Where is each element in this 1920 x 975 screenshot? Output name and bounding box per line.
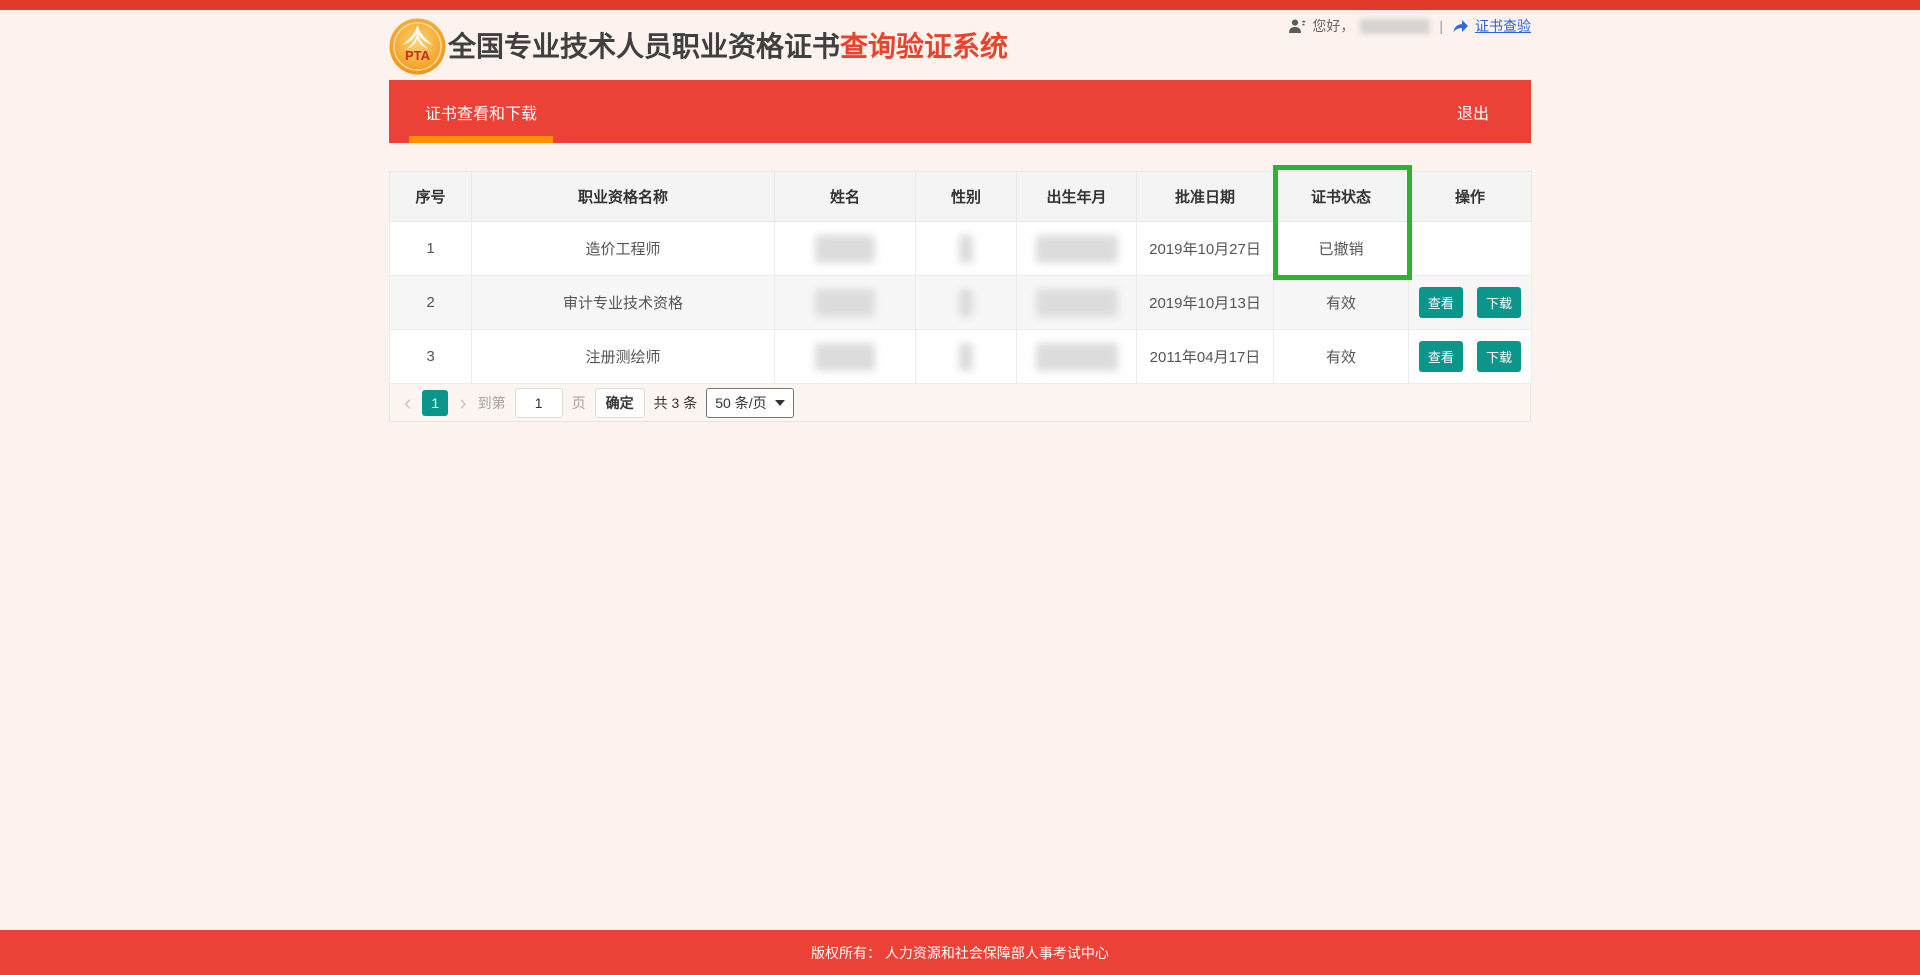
- cell-status: 有效: [1274, 276, 1409, 330]
- redacted-gender: [959, 289, 973, 317]
- top-accent-strip: [0, 0, 1920, 10]
- redacted-name: [815, 289, 875, 317]
- table-row: 1 造价工程师 2019年10月27日 已撤销: [390, 222, 1532, 276]
- share-arrow-icon: [1452, 18, 1469, 34]
- cell-approve-date: 2019年10月13日: [1137, 276, 1274, 330]
- tab-view-download-certificates[interactable]: 证书查看和下载: [409, 80, 553, 143]
- cell-gender: [916, 222, 1017, 276]
- cell-index: 3: [390, 330, 472, 384]
- cell-status: 有效: [1274, 330, 1409, 384]
- cell-birth: [1017, 222, 1137, 276]
- redacted-username: [1360, 19, 1430, 34]
- certificate-table-card: 序号 职业资格名称 姓名 性别 出生年月 批准日期 证书状态 操作 1 造价工程…: [389, 171, 1531, 422]
- page-header: PTA 全国专业技术人员职业资格证书查询验证系统 您好， | 证书查验: [389, 10, 1531, 80]
- redacted-birth: [1036, 235, 1118, 263]
- nav-bar: 证书查看和下载 退出: [389, 80, 1531, 143]
- confirm-button[interactable]: 确定: [595, 388, 645, 418]
- tab-label: 证书查看和下载: [425, 100, 537, 124]
- cell-actions: [1409, 222, 1532, 276]
- cell-birth: [1017, 276, 1137, 330]
- pta-logo-icon: PTA: [389, 18, 446, 75]
- cell-name: [775, 222, 916, 276]
- current-page-button[interactable]: 1: [422, 390, 448, 416]
- certificate-verify-link[interactable]: 证书查验: [1475, 16, 1531, 36]
- greeting-text: 您好，: [1312, 16, 1354, 36]
- page-footer: 版权所有： 人力资源和社会保障部人事考试中心: [0, 930, 1920, 975]
- cell-index: 2: [390, 276, 472, 330]
- active-tab-underline: [409, 136, 553, 143]
- cell-qualification: 注册测绘师: [472, 330, 775, 384]
- pagination-bar: ‹ 1 › 到第 页 确定 共 3 条 50 条/页: [389, 384, 1531, 422]
- cell-birth: [1017, 330, 1137, 384]
- copyright-text: 版权所有： 人力资源和社会保障部人事考试中心: [811, 943, 1109, 963]
- brand: PTA 全国专业技术人员职业资格证书查询验证系统: [389, 16, 1008, 75]
- page-size-select[interactable]: 50 条/页: [706, 388, 793, 418]
- col-header-actions: 操作: [1409, 172, 1532, 222]
- user-icon: [1288, 18, 1306, 35]
- cell-name: [775, 330, 916, 384]
- view-button[interactable]: 查看: [1419, 287, 1463, 318]
- download-button[interactable]: 下载: [1477, 341, 1521, 372]
- page-size-value: 50 条/页: [715, 393, 766, 413]
- redacted-birth: [1036, 343, 1118, 371]
- table-row: 2 审计专业技术资格 2019年10月13日 有效 查看 下载: [390, 276, 1532, 330]
- col-header-approve-date: 批准日期: [1137, 172, 1274, 222]
- goto-page-input[interactable]: [515, 388, 563, 418]
- col-header-index: 序号: [390, 172, 472, 222]
- cell-gender: [916, 276, 1017, 330]
- cell-approve-date: 2019年10月27日: [1137, 222, 1274, 276]
- redacted-birth: [1036, 289, 1118, 317]
- next-page-icon[interactable]: ›: [457, 392, 468, 414]
- total-count-label: 共 3 条: [654, 393, 698, 413]
- title-red: 查询验证系统: [840, 31, 1008, 62]
- view-button[interactable]: 查看: [1419, 341, 1463, 372]
- svg-text:PTA: PTA: [405, 48, 431, 63]
- page-unit-label: 页: [572, 393, 586, 413]
- redacted-name: [815, 235, 875, 263]
- col-header-gender: 性别: [916, 172, 1017, 222]
- cell-actions: 查看 下载: [1409, 276, 1532, 330]
- cell-status: 已撤销: [1274, 222, 1409, 276]
- logout-button[interactable]: 退出: [1457, 80, 1489, 143]
- chevron-down-icon: [775, 400, 785, 406]
- download-button[interactable]: 下载: [1477, 287, 1521, 318]
- goto-page-label: 到第: [478, 393, 506, 413]
- redacted-name: [815, 343, 875, 371]
- cell-approve-date: 2011年04月17日: [1137, 330, 1274, 384]
- user-bar: 您好， | 证书查验: [1288, 16, 1531, 36]
- page-title: 全国专业技术人员职业资格证书查询验证系统: [448, 25, 1008, 65]
- col-header-birth: 出生年月: [1017, 172, 1137, 222]
- col-header-qualification: 职业资格名称: [472, 172, 775, 222]
- prev-page-icon[interactable]: ‹: [402, 392, 413, 414]
- col-header-name: 姓名: [775, 172, 916, 222]
- cell-gender: [916, 330, 1017, 384]
- cell-qualification: 审计专业技术资格: [472, 276, 775, 330]
- table-header-row: 序号 职业资格名称 姓名 性别 出生年月 批准日期 证书状态 操作: [390, 172, 1532, 222]
- col-header-status: 证书状态: [1274, 172, 1409, 222]
- cell-index: 1: [390, 222, 472, 276]
- separator: |: [1439, 18, 1443, 34]
- table-row: 3 注册测绘师 2011年04月17日 有效 查看 下载: [390, 330, 1532, 384]
- cell-actions: 查看 下载: [1409, 330, 1532, 384]
- cell-qualification: 造价工程师: [472, 222, 775, 276]
- redacted-gender: [959, 343, 973, 371]
- redacted-gender: [959, 235, 973, 263]
- cell-name: [775, 276, 916, 330]
- title-dark: 全国专业技术人员职业资格证书: [448, 31, 840, 62]
- certificate-table: 序号 职业资格名称 姓名 性别 出生年月 批准日期 证书状态 操作 1 造价工程…: [389, 171, 1532, 384]
